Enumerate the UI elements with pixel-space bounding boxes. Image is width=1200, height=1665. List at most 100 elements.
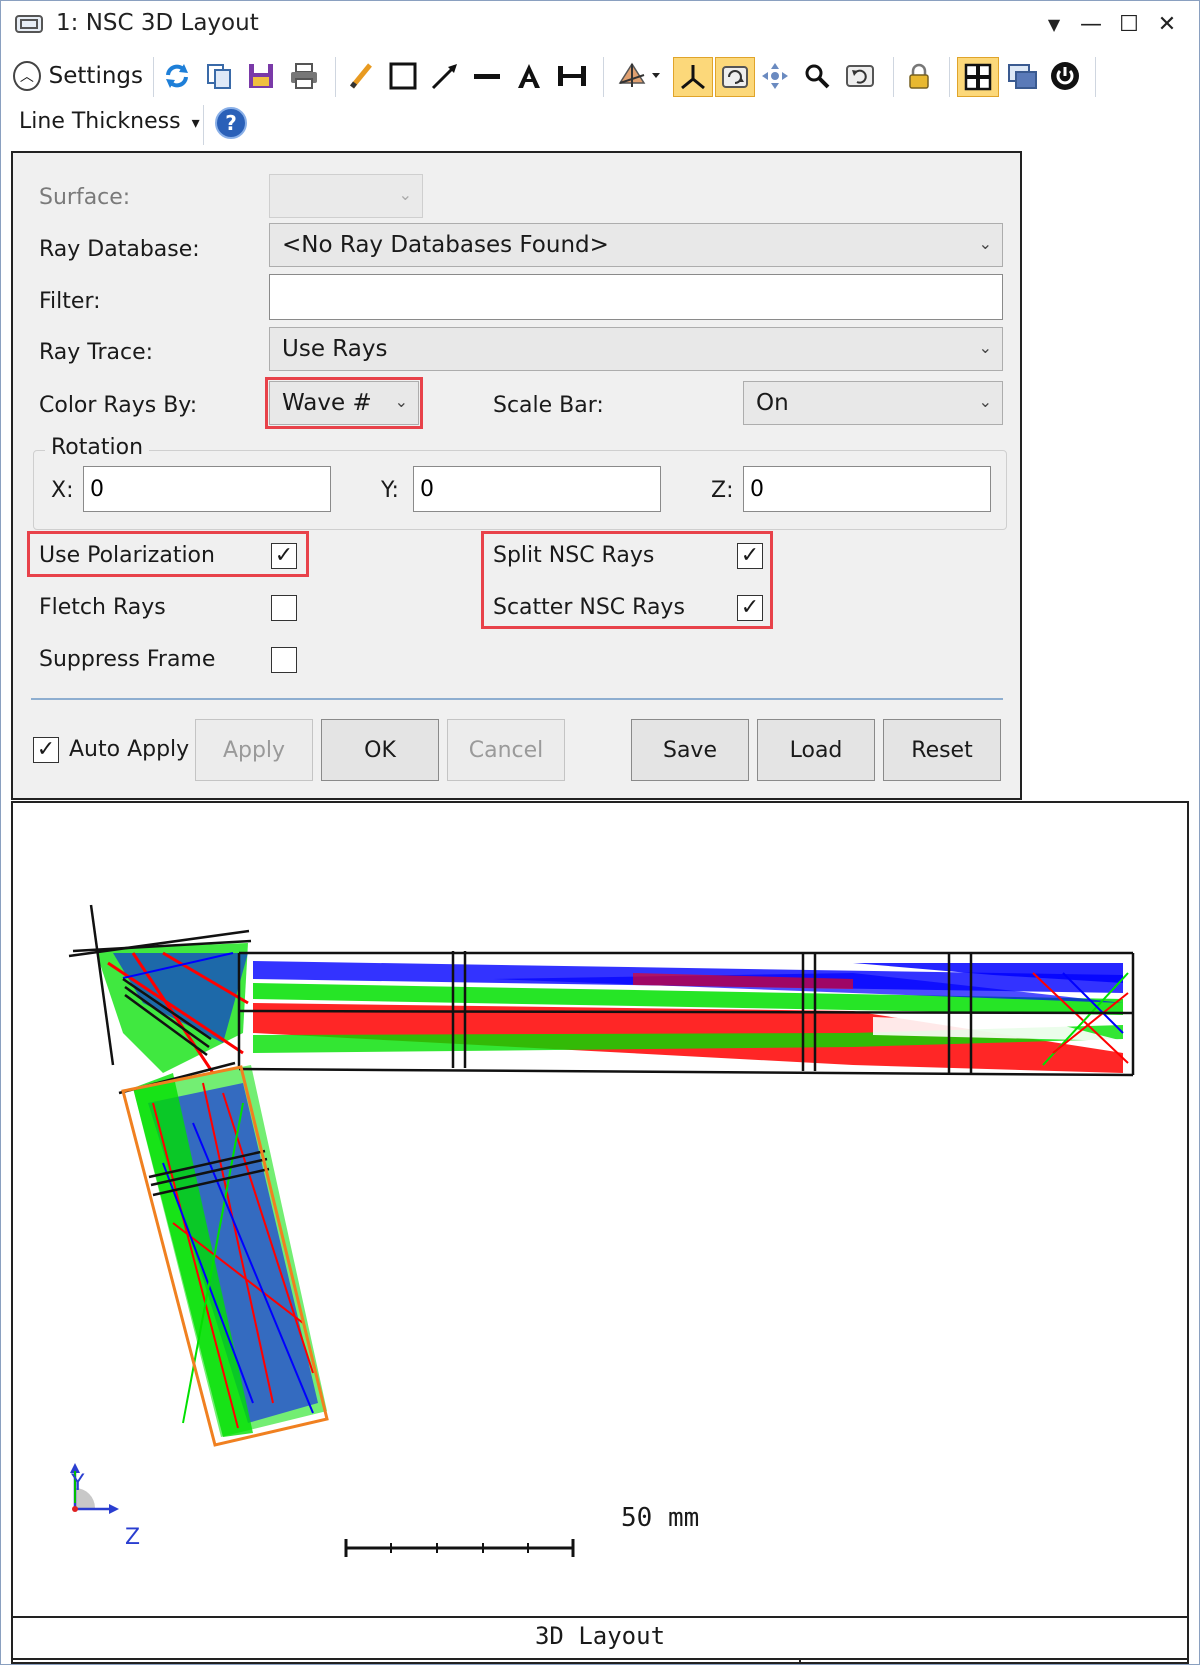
draw-rectangle-tool[interactable]: [385, 57, 421, 95]
rot-z-input[interactable]: [743, 466, 991, 512]
view-orientation-dropdown[interactable]: [611, 57, 669, 95]
line-icon: [474, 74, 500, 79]
print-button[interactable]: [285, 57, 323, 95]
filter-input[interactable]: [269, 274, 1003, 320]
ray-database-dropdown[interactable]: <No Ray Databases Found> ⌄: [269, 223, 1003, 267]
fold-mirror-rays: [95, 943, 249, 1074]
window-options-button[interactable]: [1003, 57, 1041, 95]
rot-x-input[interactable]: [83, 466, 331, 512]
pan-button[interactable]: [757, 57, 793, 95]
rot-y-label: Y:: [381, 478, 399, 503]
help-button[interactable]: ?: [215, 107, 247, 139]
chevron-down-icon: ⌄: [978, 392, 992, 411]
layout-view[interactable]: Y Z 50 mm 3D Layout: [11, 801, 1189, 1664]
fletch-rays-checkbox[interactable]: [271, 595, 297, 621]
refresh-button[interactable]: [159, 57, 195, 95]
magnifier-icon: [805, 64, 830, 89]
color-rays-highlight: [265, 377, 423, 429]
zoom-button[interactable]: [799, 57, 835, 95]
scale-bar-label: Scale Bar:: [493, 393, 604, 418]
axes-view-icon: [618, 62, 660, 87]
toolbar-separator: [153, 57, 154, 97]
axes-toggle-button[interactable]: [673, 57, 713, 97]
copy-button[interactable]: [201, 57, 237, 95]
power-button[interactable]: [1047, 57, 1083, 95]
lock-icon: [909, 63, 929, 89]
scale-bar-value-label: 50 mm: [621, 1503, 700, 1533]
toolbar-separator: [1095, 57, 1096, 97]
title-bar: 1: NSC 3D Layout ▼ — ☐ ✕: [1, 1, 1199, 47]
scale-bar-value: On: [756, 390, 789, 416]
save-button[interactable]: Save: [631, 719, 749, 781]
rectangle-icon: [389, 62, 417, 90]
suppress-frame-label: Suppress Frame: [39, 647, 216, 672]
axes-icon: [681, 65, 705, 90]
rotation-label: Rotation: [45, 435, 150, 460]
fletch-rays-label: Fletch Rays: [39, 595, 166, 620]
ok-button[interactable]: OK: [321, 719, 439, 781]
apply-button[interactable]: Apply: [195, 719, 313, 781]
reset-view-button[interactable]: [841, 57, 879, 95]
chevron-down-icon: ▾: [191, 113, 200, 132]
lock-button[interactable]: [901, 57, 937, 95]
ray-trace-dropdown[interactable]: Use Rays ⌄: [269, 327, 1003, 371]
ray-trace-label: Ray Trace:: [39, 340, 154, 365]
draw-text-tool[interactable]: [511, 57, 547, 95]
secondary-toolbar: Line Thickness ▾ ?: [1, 101, 1199, 149]
chevron-down-icon: ⌄: [978, 338, 992, 357]
rotate-icon: [722, 66, 748, 88]
use-polarization-highlight: [27, 531, 309, 577]
auto-apply-label: Auto Apply: [69, 737, 190, 762]
line-thickness-label: Line Thickness: [19, 109, 181, 134]
refresh-icon: [166, 64, 188, 88]
horizontal-ray-bundle: [253, 961, 1129, 1073]
layout-plot: [68, 904, 1135, 1557]
undo-view-icon: [846, 65, 874, 87]
power-icon: [1051, 62, 1079, 90]
draw-line-segment-tool[interactable]: [469, 57, 505, 95]
frame-icon: [964, 63, 992, 91]
chevron-up-icon: ︿: [13, 61, 41, 91]
rot-z-label: Z:: [711, 478, 734, 503]
color-rays-label: Color Rays By:: [39, 393, 198, 418]
line-thickness-dropdown[interactable]: Line Thickness ▾: [19, 109, 200, 134]
windows-icon: [1008, 64, 1037, 89]
toolbar: ︿ Settings: [1, 51, 1199, 101]
toolbar-separator: [603, 57, 604, 97]
suppress-frame-checkbox[interactable]: [271, 647, 297, 673]
load-button[interactable]: Load: [757, 719, 875, 781]
chevron-down-icon: ⌄: [398, 185, 412, 204]
scale-bar-dropdown[interactable]: On ⌄: [743, 381, 1003, 425]
scale-bar: [344, 1539, 575, 1557]
vertical-ray-bundle: [133, 1065, 327, 1437]
draw-arrow-tool[interactable]: [427, 57, 463, 95]
save-image-button[interactable]: [243, 57, 279, 95]
dimension-icon: [558, 66, 586, 86]
rot-y-input[interactable]: [413, 466, 661, 512]
rotate-view-button[interactable]: [715, 57, 755, 97]
minimize-button[interactable]: —: [1073, 9, 1109, 39]
draw-dimension-tool[interactable]: [553, 57, 591, 95]
toolbar-separator: [893, 57, 894, 97]
surface-dropdown[interactable]: ⌄: [269, 174, 423, 218]
auto-apply-checkbox[interactable]: ✓: [33, 737, 59, 763]
window-icon: [15, 15, 43, 33]
settings-panel: Surface: ⌄ Ray Database: <No Ray Databas…: [11, 151, 1022, 800]
surface-label: Surface:: [39, 185, 131, 210]
ray-database-label: Ray Database:: [39, 237, 200, 262]
draw-line-tool[interactable]: [343, 57, 379, 95]
settings-toggle-button[interactable]: ︿ Settings: [13, 57, 143, 95]
layout-footer: 3D Layout: [13, 1616, 1187, 1664]
maximize-button[interactable]: ☐: [1111, 9, 1147, 39]
window-menu-button[interactable]: ▼: [1036, 9, 1072, 39]
save-image-icon: [249, 64, 273, 88]
cancel-button[interactable]: Cancel: [447, 719, 565, 781]
copy-icon: [207, 64, 231, 89]
reset-button[interactable]: Reset: [883, 719, 1001, 781]
footer-column-divider: [799, 1658, 801, 1664]
close-button[interactable]: ✕: [1149, 9, 1185, 39]
footer-title: 3D Layout: [534, 1622, 666, 1650]
nsc-3d-layout-window: 1: NSC 3D Layout ▼ — ☐ ✕ ︿ Settings Line…: [0, 0, 1200, 1665]
window-title: 1: NSC 3D Layout: [56, 10, 259, 36]
layout-frame-button[interactable]: [957, 57, 999, 97]
